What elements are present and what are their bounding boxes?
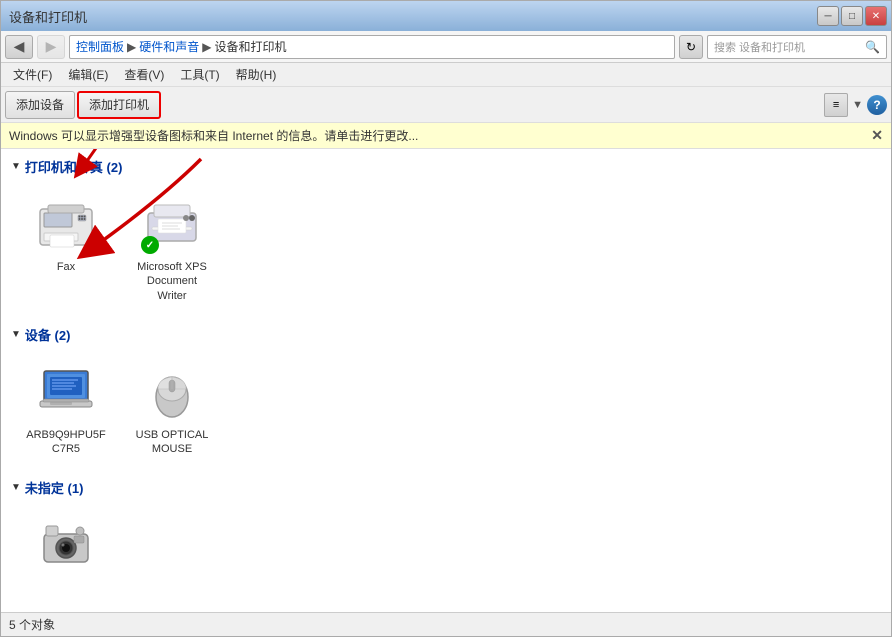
back-button[interactable]: ◀ [5,35,33,59]
main-window: 设备和打印机 ─ □ ✕ ◀ ▶ 控制面板 ▶ 硬件和声音 ▶ 设备和打印机 ↻… [0,0,892,637]
title-bar-left: 设备和打印机 [5,7,87,26]
fax-icon-container [31,188,101,258]
fax-icon [34,191,98,255]
add-printer-button[interactable]: 添加打印机 [77,91,161,119]
laptop-item[interactable]: ARB9Q9HPU5FC7R5 [21,352,111,461]
forward-button[interactable]: ▶ [37,35,65,59]
menu-bar: 文件(F) 编辑(E) 查看(V) 工具(T) 帮助(H) [1,63,891,87]
content-area: ▼ 打印机和传真 (2) [1,149,891,612]
unspecified-collapse-icon: ▼ [11,482,21,493]
add-device-button[interactable]: 添加设备 [5,91,75,119]
menu-view[interactable]: 查看(V) [116,64,172,85]
breadcrumb-item-home[interactable]: 控制面板 [76,38,124,55]
toolbar: 添加设备 添加打印机 ≡ ▼ ? [1,87,891,123]
breadcrumb-item-3[interactable]: 设备和打印机 [215,38,287,55]
search-box[interactable]: 搜索 设备和打印机 🔍 [707,35,887,59]
xps-icon-container: ✓ [137,188,207,258]
menu-help[interactable]: 帮助(H) [228,64,285,85]
notification-bar: Windows 可以显示增强型设备图标和来自 Internet 的信息。请单击进… [1,123,891,149]
camera-icon [38,516,94,572]
maximize-button[interactable]: □ [841,6,863,26]
mouse-icon-container [137,356,207,426]
menu-edit[interactable]: 编辑(E) [60,64,116,85]
devices-section-label: 设备 (2) [25,325,71,344]
refresh-button[interactable]: ↻ [679,35,703,59]
mouse-item[interactable]: USB OPTICALMOUSE [127,352,217,461]
view-dropdown-icon[interactable]: ▼ [852,99,863,111]
camera-icon-container [31,509,101,579]
breadcrumb[interactable]: 控制面板 ▶ 硬件和声音 ▶ 设备和打印机 [69,35,675,59]
mouse-label: USB OPTICALMOUSE [136,428,209,457]
breadcrumb-sep-1: ▶ [127,40,136,54]
close-button[interactable]: ✕ [865,6,887,26]
unspecified-section-label: 未指定 (1) [25,478,84,497]
status-count: 5 个对象 [9,616,55,633]
view-button[interactable]: ≡ [824,93,848,117]
devices-section-header[interactable]: ▼ 设备 (2) [1,317,891,348]
laptop-icon-container [31,356,101,426]
unspecified-section-header[interactable]: ▼ 未指定 (1) [1,470,891,501]
notification-text: Windows 可以显示增强型设备图标和来自 Internet 的信息。请单击进… [9,127,418,144]
printers-section-header[interactable]: ▼ 打印机和传真 (2) [1,149,891,180]
laptop-icon [34,359,98,423]
devices-collapse-icon: ▼ [11,329,21,340]
unspecified-grid [1,501,891,595]
menu-tools[interactable]: 工具(T) [172,64,227,85]
window-title: 设备和打印机 [9,7,87,26]
breadcrumb-item-2[interactable]: 硬件和声音 [139,38,199,55]
toolbar-right: ≡ ▼ ? [824,93,887,117]
xps-label: Microsoft XPSDocumentWriter [137,260,207,303]
default-printer-badge: ✓ [141,236,159,254]
menu-file[interactable]: 文件(F) [5,64,60,85]
camera-item[interactable] [21,505,111,585]
address-bar: ◀ ▶ 控制面板 ▶ 硬件和声音 ▶ 设备和打印机 ↻ 搜索 设备和打印机 🔍 [1,31,891,63]
printers-grid: Fax [1,180,891,317]
devices-grid: ARB9Q9HPU5FC7R5 [1,348,891,471]
laptop-label: ARB9Q9HPU5FC7R5 [26,428,105,457]
status-bar: 5 个对象 [1,612,891,636]
minimize-button[interactable]: ─ [817,6,839,26]
window-controls: ─ □ ✕ [817,6,887,26]
search-placeholder: 搜索 设备和打印机 [714,39,805,55]
mouse-icon [140,359,204,423]
notification-close-button[interactable]: ✕ [871,127,883,144]
printers-collapse-icon: ▼ [11,161,21,172]
search-icon: 🔍 [865,40,880,54]
xps-printer-item[interactable]: ✓ Microsoft XPSDocumentWriter [127,184,217,307]
fax-label: Fax [57,260,75,274]
printers-section-label: 打印机和传真 (2) [25,157,123,176]
breadcrumb-sep-2: ▶ [202,40,211,54]
title-bar: 设备和打印机 ─ □ ✕ [1,1,891,31]
fax-item[interactable]: Fax [21,184,111,307]
help-button[interactable]: ? [867,95,887,115]
